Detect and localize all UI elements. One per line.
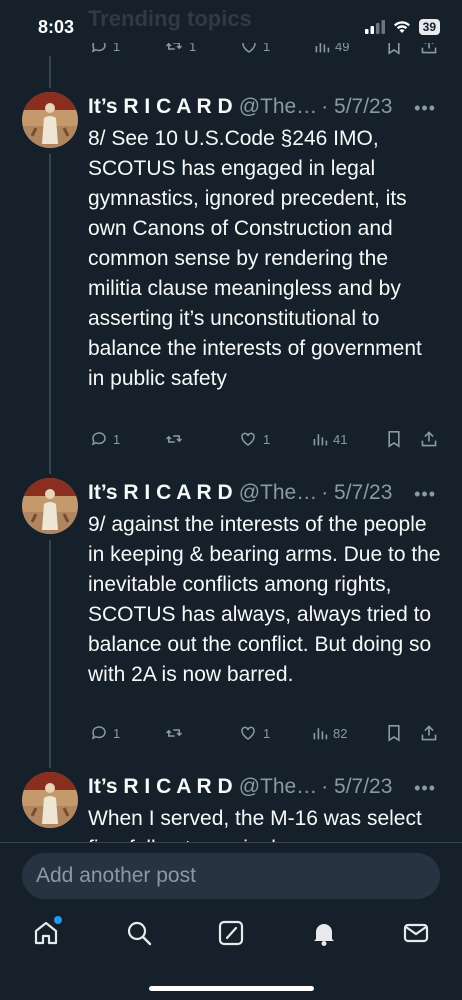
repost-button[interactable] bbox=[164, 430, 184, 448]
share-icon bbox=[421, 725, 437, 741]
post-date: · 5/7/23 bbox=[321, 95, 393, 118]
bookmark-button[interactable] bbox=[386, 430, 402, 448]
avatar[interactable] bbox=[22, 92, 78, 148]
views-icon bbox=[313, 728, 328, 740]
post-date: · 5/7/23 bbox=[321, 775, 393, 798]
cellular-signal-icon bbox=[364, 20, 385, 34]
like-count: 1 bbox=[263, 431, 271, 447]
notifications-icon bbox=[314, 924, 334, 946]
tweet-header: It’s R I C A R D @The… · 5/7/23 bbox=[88, 94, 392, 120]
messages-icon bbox=[403, 923, 429, 943]
nav-search[interactable] bbox=[125, 919, 153, 947]
user-handle[interactable]: @The… bbox=[239, 775, 318, 799]
bottom-navigation bbox=[0, 916, 462, 953]
tweet[interactable]: It’s R I C A R D @The… · 5/7/23 ••• When… bbox=[0, 772, 462, 842]
reply-icon bbox=[91, 726, 106, 740]
views-count: 41 bbox=[333, 431, 348, 447]
user-handle[interactable]: @The… bbox=[239, 481, 318, 505]
tweet-text: 8/ See 10 U.S.Code §246 IMO, SCOTUS has … bbox=[88, 127, 422, 390]
repost-icon bbox=[165, 729, 183, 737]
display-name[interactable]: It’s R I C A R D bbox=[88, 481, 233, 505]
display-name[interactable]: It’s R I C A R D bbox=[88, 775, 233, 799]
views-button[interactable]: 82 bbox=[312, 724, 347, 742]
tweet-header: It’s R I C A R D @The… · 5/7/23 bbox=[88, 480, 392, 506]
home-indicator bbox=[149, 986, 314, 991]
nav-home[interactable] bbox=[32, 916, 62, 947]
nav-notifications[interactable] bbox=[310, 919, 338, 947]
share-icon bbox=[421, 431, 437, 447]
views-icon bbox=[313, 434, 328, 446]
reply-count: 1 bbox=[113, 431, 121, 447]
more-options-icon[interactable]: ••• bbox=[414, 778, 436, 799]
reply-icon bbox=[91, 432, 106, 446]
nav-messages[interactable] bbox=[402, 919, 430, 947]
reply-count: 1 bbox=[113, 725, 121, 741]
avatar[interactable] bbox=[22, 478, 78, 534]
user-handle[interactable]: @The… bbox=[239, 95, 318, 119]
search-icon bbox=[127, 921, 152, 946]
tweet-text: 9/ against the interests of the people i… bbox=[88, 513, 441, 686]
more-options-icon[interactable]: ••• bbox=[414, 98, 436, 119]
add-post-input[interactable]: Add another post bbox=[22, 853, 440, 899]
tweet-header: It’s R I C A R D @The… · 5/7/23 bbox=[88, 774, 392, 800]
avatar[interactable] bbox=[22, 772, 78, 828]
like-button[interactable]: 1 bbox=[238, 724, 270, 742]
status-bar: 8:03 39 bbox=[0, 0, 462, 56]
reply-button[interactable]: 1 bbox=[90, 430, 120, 448]
repost-icon bbox=[165, 435, 183, 443]
more-options-icon[interactable]: ••• bbox=[414, 484, 436, 505]
wifi-icon bbox=[393, 21, 410, 33]
status-time: 8:03 bbox=[38, 17, 75, 37]
thread-line bbox=[49, 56, 51, 88]
post-date: · 5/7/23 bbox=[321, 481, 393, 504]
repost-button[interactable] bbox=[164, 724, 184, 742]
bookmark-button[interactable] bbox=[386, 724, 402, 742]
heart-icon bbox=[241, 726, 255, 740]
bookmark-icon bbox=[388, 431, 400, 448]
add-post-placeholder: Add another post bbox=[36, 864, 196, 887]
compose-bar: Add another post bbox=[0, 842, 462, 1000]
compose-icon bbox=[218, 920, 244, 946]
reply-button[interactable]: 1 bbox=[90, 724, 120, 742]
display-name[interactable]: It’s R I C A R D bbox=[88, 95, 233, 119]
thread-line bbox=[49, 154, 51, 474]
battery-indicator: 39 bbox=[418, 19, 440, 35]
tweet-text: When I served, the M-16 was select fire,… bbox=[88, 807, 422, 842]
share-button[interactable] bbox=[420, 724, 438, 742]
bookmark-icon bbox=[388, 725, 400, 742]
thread-line bbox=[49, 540, 51, 768]
like-button[interactable]: 1 bbox=[238, 430, 270, 448]
share-button[interactable] bbox=[420, 430, 438, 448]
like-count: 1 bbox=[263, 725, 271, 741]
heart-icon bbox=[241, 432, 255, 446]
notification-dot bbox=[54, 916, 62, 924]
tweet-actions: 1 1 41 bbox=[88, 430, 440, 450]
views-count: 82 bbox=[333, 725, 348, 741]
nav-compose[interactable] bbox=[217, 919, 245, 947]
status-icons: 39 bbox=[364, 19, 440, 35]
views-button[interactable]: 41 bbox=[312, 430, 347, 448]
tweet-actions: 1 1 82 bbox=[88, 724, 440, 744]
